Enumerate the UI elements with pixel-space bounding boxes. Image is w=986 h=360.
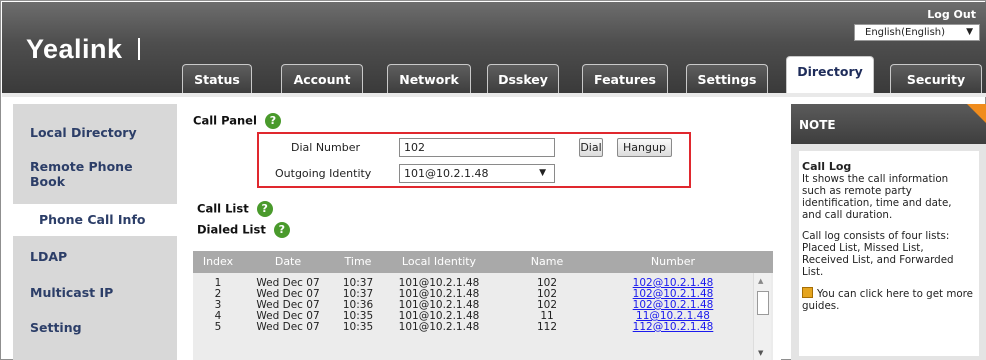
- table-header: Index Date Time Local Identity Name Numb…: [193, 251, 773, 273]
- note-panel: NOTE Call Log It shows the call informat…: [791, 104, 986, 360]
- content-divider: [2, 93, 986, 97]
- dialed-list-title: Dialed List: [197, 222, 266, 237]
- logo-divider: [138, 38, 140, 60]
- tab-directory[interactable]: Directory: [786, 56, 874, 94]
- cell-local-identity: 101@10.2.1.48: [398, 321, 480, 333]
- book-icon: [802, 287, 813, 298]
- cell-number-link[interactable]: 112@10.2.1.48: [613, 322, 733, 333]
- sidebar-item-ldap[interactable]: LDAP: [13, 249, 177, 264]
- sidebar-item-setting[interactable]: Setting: [13, 320, 177, 335]
- help-icon[interactable]: ?: [256, 201, 273, 217]
- column-header-date: Date: [274, 255, 302, 268]
- call-panel-title: Call Panel: [193, 113, 257, 128]
- cell-name: 112: [536, 321, 558, 333]
- tab-account[interactable]: Account: [281, 64, 363, 94]
- outgoing-identity-select[interactable]: 101@10.2.1.48 ▼: [399, 164, 555, 183]
- tab-network[interactable]: Network: [387, 64, 471, 94]
- column-header-time: Time: [344, 255, 372, 268]
- call-panel-heading: Call Panel?: [193, 113, 281, 129]
- cell-index: 5: [214, 321, 222, 333]
- main-panel: Call Panel? Dial Number 102 Dial Hangup …: [177, 104, 781, 360]
- sidebar-item-multicast-ip[interactable]: Multicast IP: [13, 285, 177, 300]
- guide-link[interactable]: You can click here to get more guides.: [802, 287, 973, 312]
- table-row: 5 Wed Dec 07 10:35 101@10.2.1.48 112 112…: [193, 322, 753, 333]
- dial-number-input[interactable]: 102: [399, 138, 555, 157]
- language-select[interactable]: English(English) ▼: [854, 24, 980, 41]
- chevron-down-icon: ▼: [539, 168, 546, 178]
- column-header-index: Index: [202, 255, 234, 268]
- dialed-list-table: Index Date Time Local Identity Name Numb…: [193, 251, 773, 360]
- note-paragraph: It shows the call information such as re…: [802, 173, 952, 221]
- browser-frame: Yealink Log Out English(English) ▼ Statu…: [0, 0, 986, 360]
- sidebar-item-phone-call-info[interactable]: Phone Call Info: [13, 204, 177, 236]
- note-header: NOTE: [791, 104, 986, 144]
- note-heading: Call Log: [802, 160, 852, 173]
- tab-status[interactable]: Status: [182, 64, 252, 94]
- column-header-number: Number: [650, 255, 696, 268]
- note-body: Call Log It shows the call information s…: [799, 151, 979, 356]
- language-value: English(English): [865, 27, 946, 38]
- tab-security[interactable]: Security: [890, 64, 982, 94]
- sidebar-item-remote-phone-book[interactable]: Remote Phone Book: [13, 159, 153, 189]
- tab-features[interactable]: Features: [582, 64, 668, 94]
- chevron-down-icon: ▼: [966, 27, 973, 37]
- dial-number-label: Dial Number: [291, 141, 361, 154]
- sidebar: Local Directory Remote Phone Book Phone …: [13, 104, 177, 360]
- help-icon[interactable]: ?: [273, 222, 290, 238]
- yealink-logo: Yealink: [26, 34, 123, 64]
- scroll-thumb[interactable]: [757, 291, 769, 315]
- call-list-heading: Call List?: [197, 201, 273, 217]
- cell-date: Wed Dec 07: [256, 321, 320, 333]
- top-header: Yealink Log Out English(English) ▼ Statu…: [2, 2, 986, 94]
- corner-flag-icon: [967, 104, 986, 124]
- call-list-title: Call List: [197, 201, 249, 216]
- note-title: NOTE: [799, 118, 836, 132]
- note-paragraph: Call log consists of four lists: Placed …: [802, 230, 954, 278]
- tab-dsskey[interactable]: Dsskey: [487, 64, 559, 94]
- outgoing-identity-value: 101@10.2.1.48: [404, 167, 489, 180]
- dial-button[interactable]: Dial: [579, 138, 603, 157]
- logout-link[interactable]: Log Out: [927, 8, 976, 21]
- tab-settings[interactable]: Settings: [686, 64, 768, 94]
- hangup-button[interactable]: Hangup: [617, 138, 672, 157]
- help-icon[interactable]: ?: [264, 113, 281, 129]
- scroll-down-arrow-icon[interactable]: ▼: [758, 349, 763, 357]
- sidebar-item-local-directory[interactable]: Local Directory: [13, 125, 177, 140]
- outgoing-identity-label: Outgoing Identity: [275, 167, 372, 180]
- scroll-up-arrow-icon[interactable]: ▲: [758, 277, 763, 285]
- guide-text: You can click here to get more guides.: [802, 288, 974, 312]
- dialed-list-heading: Dialed List?: [197, 222, 290, 238]
- table-scrollbar[interactable]: ▲ ▼: [753, 273, 771, 360]
- column-header-local-identity: Local Identity: [401, 255, 477, 268]
- column-header-name: Name: [530, 255, 564, 268]
- cell-time: 10:35: [342, 321, 374, 333]
